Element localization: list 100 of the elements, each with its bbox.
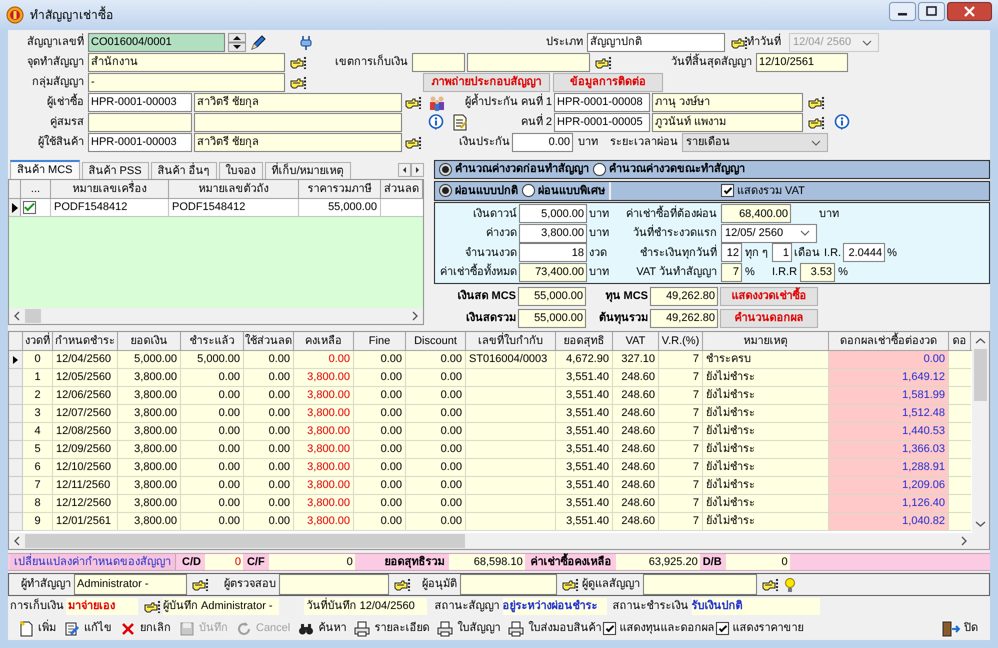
column-header[interactable]: ส่วนลด	[381, 180, 423, 198]
close-icon[interactable]	[120, 620, 136, 636]
horizontal-scrollbar[interactable]	[9, 533, 989, 549]
radio-label[interactable]: คำนวณค่างวดก่อนทำสัญญา	[455, 161, 589, 178]
column-header[interactable]: Discount	[406, 332, 466, 350]
column-header[interactable]: ยอดสุทธิ	[556, 332, 613, 350]
spin-buttons-icon[interactable]	[228, 33, 246, 52]
amount-field[interactable]: 3,800.00	[519, 224, 587, 243]
people-icon[interactable]	[428, 94, 446, 110]
tab[interactable]: สินค้า PSS	[82, 162, 149, 179]
toolbar-button[interactable]: เพิ่ม	[18, 620, 56, 637]
guarantor-code-field[interactable]: HPR-0001-00005	[554, 113, 650, 132]
column-header[interactable]: ราคารวมภาษี	[299, 180, 381, 198]
pointing-hand-icon[interactable]	[192, 578, 208, 592]
count-field[interactable]: 18	[519, 243, 587, 262]
pointing-hand-icon[interactable]	[405, 96, 421, 110]
radio-label[interactable]: ผ่อนแบบปกติ	[455, 182, 518, 200]
chevron-down-icon[interactable]	[800, 230, 810, 236]
printer-icon[interactable]	[508, 620, 524, 636]
amount-field[interactable]: 68,400.00	[721, 204, 791, 224]
scrollbar-thumb[interactable]	[974, 349, 987, 401]
pointing-hand-icon[interactable]	[405, 136, 421, 150]
checkbox[interactable]	[23, 201, 36, 214]
pointing-hand-icon[interactable]	[562, 578, 578, 592]
maximize-icon[interactable]	[918, 2, 945, 20]
vertical-scrollbar[interactable]	[972, 332, 989, 533]
staff-field[interactable]	[643, 574, 757, 595]
tab[interactable]: สินค้า อื่นๆ	[150, 162, 217, 179]
amount-field[interactable]: 0	[268, 554, 355, 570]
column-header[interactable]: งวดที่	[23, 332, 53, 350]
column-header[interactable]: ยอดเงิน	[118, 332, 181, 350]
pointing-hand-icon[interactable]	[808, 116, 824, 130]
toolbar-button[interactable]: แก้ไข	[64, 620, 112, 637]
toolbar-button[interactable]: รายละเอียด	[354, 620, 430, 637]
checkbox[interactable]	[716, 622, 730, 635]
printer-icon[interactable]	[437, 620, 454, 636]
photos-button[interactable]: ภาพถ่ายประกอบสัญญา	[423, 73, 550, 92]
toolbar-button[interactable]: ค้นหา	[298, 620, 346, 637]
radio-button[interactable]	[593, 162, 606, 176]
amount-field[interactable]: 0	[204, 554, 243, 570]
checkbox[interactable]	[603, 622, 616, 635]
pointing-hand-icon[interactable]	[290, 56, 306, 70]
toolbar-button[interactable]: ยกเลิก	[120, 620, 171, 637]
column-header[interactable]: หมายเหตุ	[703, 332, 829, 350]
user-name-field[interactable]: สาวิตรี ชัยกุล	[194, 133, 402, 152]
calculate-interest-button[interactable]: คำนวนดอกผล	[720, 309, 818, 328]
dropdown-field[interactable]: 12/05/ 2560	[721, 224, 817, 243]
pointing-hand-icon[interactable]	[808, 96, 824, 110]
column-header[interactable]: Fine	[354, 332, 406, 350]
hirer-name-field[interactable]: สาวิตรี ชัยกุล	[194, 93, 402, 112]
column-header[interactable]: เลขที่ใบกำกับ	[466, 332, 556, 350]
rate-field[interactable]: 3.53	[800, 262, 836, 282]
location-field[interactable]: สำนักงาน	[88, 53, 285, 72]
checkbox[interactable]	[721, 184, 734, 198]
tab-scroll-right-icon[interactable]	[411, 163, 424, 177]
pointing-hand-icon[interactable]	[762, 578, 778, 592]
radio-button[interactable]	[439, 162, 452, 176]
rate-field[interactable]: 2.0444	[843, 243, 886, 262]
checkbox-label[interactable]: แสดงรวม VAT	[737, 182, 805, 200]
contract-number-field[interactable]: CO016004/0001	[88, 33, 225, 52]
column-header[interactable]: ชำระแล้ว	[181, 332, 244, 350]
zone-name-field[interactable]	[467, 53, 590, 72]
change-settings-button[interactable]: เปลี่ยนแปลงค่ากำหนดของสัญญา	[10, 554, 176, 570]
amount-field[interactable]: 49,262.80	[650, 309, 718, 328]
amount-field[interactable]: 0	[726, 554, 790, 570]
pointing-hand-icon[interactable]	[290, 76, 306, 90]
pointing-hand-icon[interactable]	[595, 56, 611, 70]
chevron-down-icon[interactable]	[811, 140, 821, 146]
close-icon[interactable]	[947, 2, 992, 20]
amount-field[interactable]: 68,598.10	[448, 554, 525, 570]
tab[interactable]: ที่เก็บ/หมายเหตุ	[264, 162, 351, 179]
day-field[interactable]: 12	[721, 243, 742, 262]
zone-code-field[interactable]	[412, 53, 465, 72]
minimize-icon[interactable]	[889, 2, 916, 20]
pointing-hand-icon[interactable]	[731, 36, 747, 50]
scrollbar-thumb[interactable]	[25, 534, 465, 548]
amount-field[interactable]: 55,000.00	[518, 309, 586, 328]
amount-field[interactable]: 73,400.00	[519, 262, 587, 282]
column-header[interactable]: กำหนดชำระ	[53, 332, 118, 350]
row-header[interactable]	[9, 351, 23, 369]
edit-icon[interactable]	[64, 620, 80, 636]
pointing-hand-icon[interactable]	[144, 600, 160, 614]
horizontal-scrollbar[interactable]	[9, 308, 423, 324]
plug-icon[interactable]	[298, 34, 314, 50]
close-button[interactable]: ปิด	[942, 620, 978, 637]
scrollbar-thumb[interactable]	[25, 309, 41, 323]
spouse-name-field[interactable]	[194, 113, 402, 132]
group-field[interactable]: -	[88, 73, 285, 92]
staff-field[interactable]	[279, 574, 389, 595]
tab[interactable]: สินค้า MCS	[10, 160, 80, 179]
checkbox-label[interactable]: แสดงทุนและดอกผล	[619, 620, 714, 637]
tab-scroll-left-icon[interactable]	[398, 163, 411, 177]
radio-button[interactable]	[522, 184, 535, 198]
column-header[interactable]: หมายเลขเครื่อง	[51, 180, 169, 198]
tab[interactable]: ใบจอง	[218, 162, 263, 179]
column-header[interactable]: ใช้ส่วนลด	[244, 332, 294, 350]
radio-label[interactable]: ผ่อนแบบพิเศษ	[538, 182, 605, 200]
pencil-icon[interactable]	[250, 34, 266, 50]
column-header[interactable]: คงเหลือ	[294, 332, 354, 350]
toolbar-button[interactable]: ใบสัญญา	[437, 620, 500, 637]
